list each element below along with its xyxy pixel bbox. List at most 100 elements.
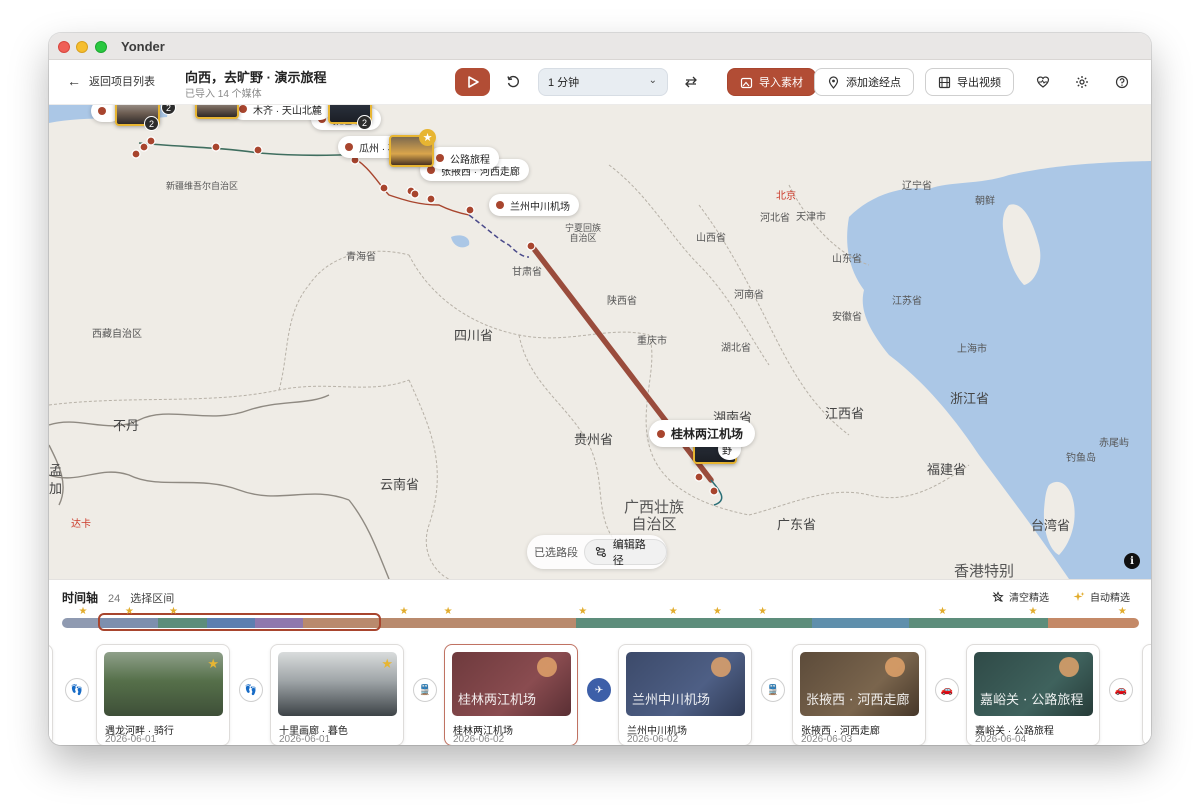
- car-connector-button[interactable]: 🚗: [935, 678, 959, 702]
- train-connector-button[interactable]: 🚆: [413, 678, 437, 702]
- star-icon[interactable]: ★: [669, 606, 678, 617]
- edit-route-button[interactable]: 编辑路径: [584, 539, 667, 567]
- car-connector-button[interactable]: 🚗: [1109, 678, 1133, 702]
- selected-waypoint-callout[interactable]: 桂林两江机场: [649, 420, 756, 447]
- zoom-window-button[interactable]: [95, 41, 107, 53]
- media-thumbnail: 桂林两江机场: [452, 652, 571, 716]
- timeline-panel: 时间轴 24 选择区间 清空精选 自动精选 ★ ★ ★ ★ ★ ★ ★ ★ ★ ★ ★ ★ ★ 遇龙河畔…: [49, 579, 1151, 745]
- map-label: 香港特别: [954, 563, 1015, 579]
- title-card-overlay: 嘉峪关 · 公路旅程: [980, 693, 1084, 708]
- map-label: 赤尾屿: [1099, 438, 1129, 449]
- star-icon[interactable]: ★: [578, 606, 587, 617]
- film-icon: [938, 76, 951, 88]
- map-info-button[interactable]: i: [1124, 553, 1140, 569]
- media-card-partial[interactable]: [1142, 644, 1151, 745]
- media-card[interactable]: ★ 遇龙河畔 · 骑行 2026-06-01: [96, 644, 230, 745]
- star-icon[interactable]: ★: [1118, 606, 1127, 617]
- help-button[interactable]: [1109, 69, 1135, 95]
- duration-value: 1 分钟: [548, 77, 580, 89]
- timeline-header: 时间轴 24 选择区间: [62, 589, 174, 606]
- timeline-segment[interactable]: [383, 618, 577, 628]
- map-label: 钓鱼岛: [1066, 453, 1096, 464]
- play-button[interactable]: [455, 68, 490, 96]
- timeline-segment[interactable]: [62, 618, 100, 628]
- map-label: 安徽省: [832, 312, 862, 323]
- star-icon[interactable]: ★: [381, 656, 393, 672]
- selection-window[interactable]: [98, 613, 381, 631]
- clear-picks-label: 清空精选: [1009, 593, 1049, 604]
- close-window-button[interactable]: [58, 41, 70, 53]
- timeline-segment[interactable]: [908, 618, 1048, 628]
- star-icon[interactable]: ★: [125, 606, 134, 617]
- waypoint-callout[interactable]: 木齐 · 天山北麓: [232, 105, 331, 120]
- star-icon[interactable]: ★: [758, 606, 767, 617]
- sparkles-icon: [1073, 591, 1085, 601]
- swap-direction-button[interactable]: [678, 69, 704, 95]
- province-borders: [49, 164, 970, 579]
- train-connector-button[interactable]: 🚆: [761, 678, 785, 702]
- add-waypoint-button[interactable]: 添加途经点: [814, 68, 914, 96]
- star-icon[interactable]: ★: [207, 656, 219, 672]
- import-media-label: 导入素材: [759, 77, 803, 89]
- walk-connector-button[interactable]: 👣: [239, 678, 263, 702]
- sun-decoration: [885, 657, 905, 677]
- settings-button[interactable]: [1069, 69, 1095, 95]
- title-card-overlay: 兰州中川机场: [632, 693, 711, 708]
- back-to-projects-button[interactable]: ← 返回项目列表: [67, 73, 155, 89]
- timeline-segment[interactable]: [1047, 618, 1139, 628]
- duration-select[interactable]: 1 分钟 ⌄: [538, 68, 668, 96]
- media-card-partial[interactable]: [49, 644, 53, 745]
- media-card-date: 2026-06-04: [975, 734, 1027, 745]
- waypoint-label: 兰州中川机场: [510, 201, 570, 213]
- media-pin[interactable]: [195, 105, 239, 119]
- waypoint-callout[interactable]: 公路旅程: [429, 147, 499, 169]
- timeline-track[interactable]: ★ ★ ★ ★ ★ ★ ★ ★ ★ ★ ★ ★: [62, 606, 1139, 631]
- map-label: 朝鲜: [975, 196, 995, 207]
- media-card-date: 2026-06-02: [453, 734, 505, 745]
- minimize-window-button[interactable]: [76, 41, 88, 53]
- plane-icon: ✈: [594, 684, 604, 696]
- car-icon: 🚗: [940, 684, 954, 696]
- sun-decoration: [537, 657, 557, 677]
- select-range-button[interactable]: 选择区间: [130, 590, 174, 606]
- selected-segment-label: 已选路段: [534, 547, 578, 559]
- media-card-strip: ★ 遇龙河畔 · 骑行 2026-06-01 ★ 十里画廊 · 暮色 2026-06-01…: [49, 641, 1151, 745]
- clear-picks-button[interactable]: 清空精选: [992, 589, 1049, 604]
- map-label: 山西省: [696, 233, 726, 244]
- map-label: 天津市: [796, 212, 826, 223]
- auto-pick-button[interactable]: 自动精选: [1073, 589, 1130, 604]
- map-label: 福建省: [927, 462, 967, 477]
- heart-pulse-icon: [1036, 76, 1050, 88]
- walk-connector-button[interactable]: 👣: [65, 678, 89, 702]
- star-icon[interactable]: ★: [79, 606, 88, 617]
- map-label: 宁夏回族自治区: [564, 223, 601, 243]
- timeline-segment[interactable]: [576, 618, 813, 628]
- star-icon[interactable]: ★: [169, 606, 178, 617]
- sun-decoration: [1059, 657, 1079, 677]
- import-media-button[interactable]: 导入素材: [727, 68, 816, 96]
- timeline-segment[interactable]: [812, 618, 909, 628]
- reset-button[interactable]: [500, 69, 526, 95]
- star-icon[interactable]: ★: [1028, 606, 1037, 617]
- media-card[interactable]: 嘉峪关 · 公路旅程 嘉峪关 · 公路旅程 2026-06-04: [966, 644, 1100, 745]
- media-card[interactable]: ★ 十里画廊 · 暮色 2026-06-01: [270, 644, 404, 745]
- map-label: 陕西省: [607, 296, 637, 307]
- app-title: Yonder: [121, 39, 165, 54]
- map-label: 上海市: [957, 344, 987, 355]
- star-icon[interactable]: ★: [444, 606, 453, 617]
- route-map[interactable]: 西藏自治区 青海省 甘肃省 四川省 陕西省 山西省 河北省 北京 天津市 辽宁省…: [49, 105, 1151, 579]
- star-icon[interactable]: ★: [938, 606, 947, 617]
- media-card[interactable]: 兰州中川机场 兰州中川机场 2026-06-02: [618, 644, 752, 745]
- media-card[interactable]: 桂林两江机场 桂林两江机场 2026-06-02: [444, 644, 578, 745]
- map-label: 达卡: [71, 519, 91, 530]
- media-card[interactable]: 张掖西 · 河西走廊 张掖西 · 河西走廊 2026-06-03: [792, 644, 926, 745]
- plane-connector-button[interactable]: ✈: [587, 678, 611, 702]
- export-video-label: 导出视频: [957, 77, 1001, 89]
- waypoint-callout[interactable]: 兰州中川机场: [489, 194, 579, 216]
- favorites-button[interactable]: [1030, 69, 1056, 95]
- map-label: 河北省: [760, 213, 790, 224]
- map-label: 甘肃省: [512, 267, 542, 278]
- star-icon[interactable]: ★: [399, 606, 408, 617]
- export-video-button[interactable]: 导出视频: [925, 68, 1014, 96]
- star-icon[interactable]: ★: [713, 606, 722, 617]
